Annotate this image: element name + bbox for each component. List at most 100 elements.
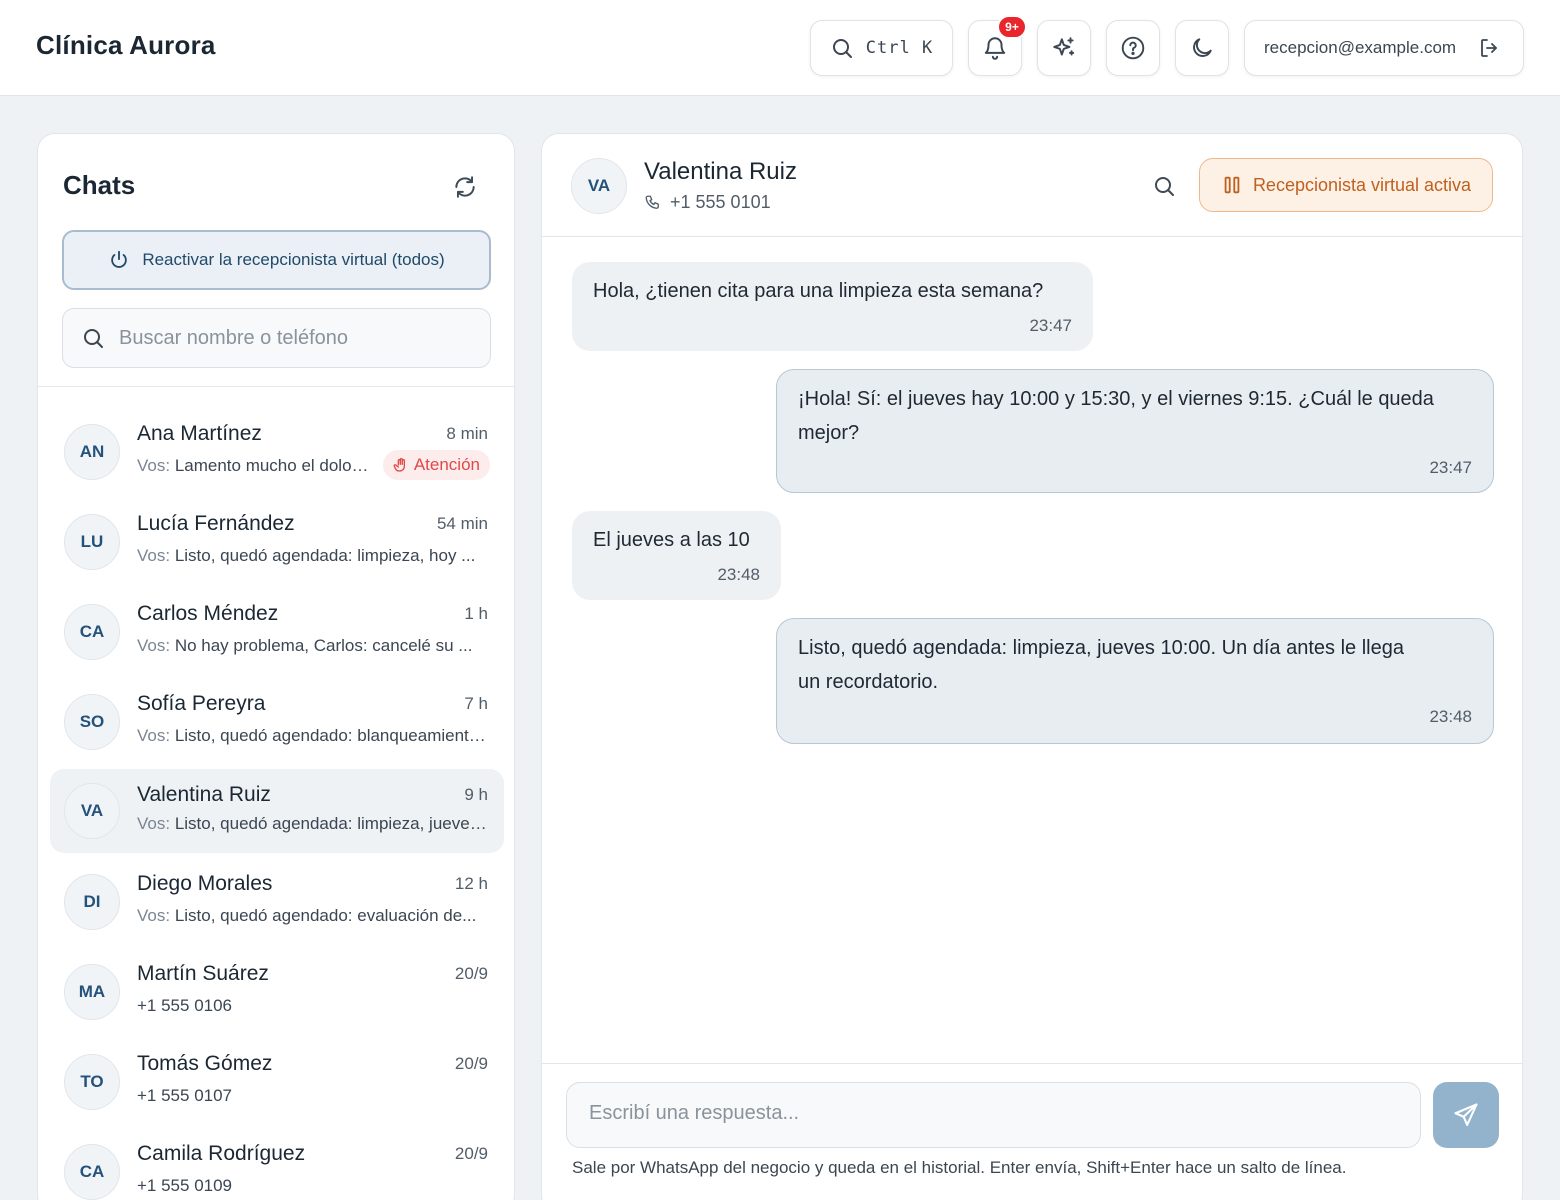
moon-icon <box>1189 35 1215 61</box>
contact-name: Valentina Ruiz <box>137 783 271 806</box>
preview-text: Listo, quedó agendado: blanqueamiento... <box>174 726 489 745</box>
phone-icon <box>644 194 662 212</box>
avatar: LU <box>64 514 120 570</box>
contact-name: Ana Martínez <box>137 422 262 445</box>
chat-search-input[interactable] <box>119 326 459 350</box>
sender-prefix: Vos: <box>137 546 175 565</box>
reply-input[interactable] <box>567 1083 1420 1147</box>
search-icon <box>81 326 105 350</box>
avatar: AN <box>64 424 120 480</box>
brand-title: Clínica Aurora <box>36 30 216 60</box>
contact-name: Camila Rodríguez <box>137 1142 306 1165</box>
theme-toggle-button[interactable] <box>1175 20 1229 76</box>
chat-search-field[interactable] <box>62 308 491 368</box>
notifications-button[interactable]: 9+ <box>968 15 1027 76</box>
last-message-time: 1 h <box>464 604 488 623</box>
top-bar: Clínica Aurora Ctrl K 9+ recepcion@examp… <box>0 0 1560 96</box>
chat-list-item[interactable]: LU Lucía Fernández 54 min Vos: Listo, qu… <box>50 496 504 586</box>
chat-list-item-selected[interactable]: VA Valentina Ruiz 9 h Vos: Listo, quedó … <box>50 769 504 853</box>
avatar: CA <box>64 1144 120 1200</box>
last-message-time: 54 min <box>436 514 488 533</box>
reactivate-agent-button[interactable]: Reactivar la recepcionista virtual (todo… <box>62 230 491 290</box>
chats-sidebar: Chats Reactivar la recepcionista virtual… <box>37 133 515 1200</box>
message-bubble-outgoing: Listo, quedó agendada: limpieza, jueves … <box>776 618 1494 744</box>
power-icon <box>108 249 130 271</box>
chat-list-item[interactable]: SO Sofía Pereyra 7 h Vos: Listo, quedó a… <box>50 676 504 766</box>
last-message-time: 8 min <box>446 424 488 443</box>
message-bubble-incoming: Hola, ¿tienen cita para una limpieza est… <box>572 262 1093 351</box>
message-time: 23:47 <box>1429 458 1472 477</box>
send-button[interactable] <box>1433 1082 1499 1148</box>
virtual-receptionist-toggle[interactable]: Recepcionista virtual activa <box>1199 158 1493 212</box>
sender-prefix: Vos: <box>137 814 175 833</box>
avatar: SO <box>64 694 120 750</box>
last-message-time: 20/9 <box>454 1054 488 1073</box>
conversation-header: VA Valentina Ruiz +1 555 0101 Recepcioni… <box>542 134 1522 237</box>
message-time: 23:48 <box>1429 707 1472 726</box>
notification-badge: 9+ <box>997 15 1027 39</box>
logout-icon[interactable] <box>1478 36 1502 60</box>
last-message-preview: Vos: Listo, quedó agendado: evaluación d… <box>137 906 489 926</box>
sender-prefix: Vos: <box>137 726 175 745</box>
sidebar-title: Chats <box>63 170 136 200</box>
last-message-preview: Vos: Listo, quedó agendada: limpieza, ho… <box>137 546 489 566</box>
avatar: MA <box>64 964 120 1020</box>
preview-text: No hay problema, Carlos: cancelé su ... <box>174 636 473 655</box>
search-icon[interactable] <box>1152 174 1176 198</box>
contact-phone: +1 555 0107 <box>137 1086 233 1105</box>
last-message-preview: Vos: Listo, quedó agendado: blanqueamien… <box>137 726 489 746</box>
phone-number: +1 555 0101 <box>670 192 771 212</box>
contact-phone: +1 555 0101 <box>644 192 771 213</box>
help-circle-icon <box>1120 35 1146 61</box>
message-text: un recordatorio. <box>798 671 939 693</box>
reply-composer[interactable] <box>566 1082 1421 1148</box>
last-message-time: 20/9 <box>454 1144 488 1163</box>
last-message-preview: Vos: No hay problema, Carlos: cancelé su… <box>137 636 489 656</box>
preview-text: Lamento mucho el dolor... <box>174 456 369 475</box>
contact-phone: +1 555 0109 <box>137 1176 233 1195</box>
sparkles-icon <box>1051 35 1077 61</box>
preview-text: Listo, quedó agendado: evaluación de... <box>174 906 477 925</box>
contact-name: Carlos Méndez <box>137 602 279 625</box>
attention-label: Atención <box>413 455 480 474</box>
hand-icon <box>393 457 409 473</box>
last-message-preview: Vos: Lamento mucho el dolor... <box>137 456 369 476</box>
user-menu-button[interactable]: recepcion@example.com <box>1244 20 1524 76</box>
contact-name: Lucía Fernández <box>137 512 295 535</box>
avatar: TO <box>64 1054 120 1110</box>
reactivate-label: Reactivar la recepcionista virtual (todo… <box>142 250 445 269</box>
chat-list-item[interactable]: CA Camila Rodríguez 20/9 +1 555 0109 <box>50 1126 504 1200</box>
conversation-panel: VA Valentina Ruiz +1 555 0101 Recepcioni… <box>541 133 1523 1200</box>
composer-hint: Sale por WhatsApp del negocio y queda en… <box>572 1158 1347 1177</box>
message-text: Hola, ¿tienen cita para una limpieza est… <box>593 280 1044 302</box>
command-search-button[interactable]: Ctrl K <box>810 20 953 76</box>
contact-name: Valentina Ruiz <box>644 158 797 185</box>
user-email: recepcion@example.com <box>1264 38 1457 57</box>
last-message-time: 7 h <box>464 694 488 713</box>
search-icon <box>830 36 854 60</box>
contact-name: Martín Suárez <box>137 962 269 985</box>
preview-text: Listo, quedó agendada: limpieza, jueves.… <box>174 814 489 833</box>
refresh-icon[interactable] <box>452 174 478 200</box>
chat-list-item[interactable]: DI Diego Morales 12 h Vos: Listo, quedó … <box>50 856 504 946</box>
sender-prefix: Vos: <box>137 636 175 655</box>
message-thread: Hola, ¿tienen cita para una limpieza est… <box>542 238 1522 1063</box>
last-message-preview: Vos: Listo, quedó agendada: limpieza, ju… <box>137 814 489 834</box>
message-text: El jueves a las 10 <box>593 529 750 551</box>
chat-list-item[interactable]: TO Tomás Gómez 20/9 +1 555 0107 <box>50 1036 504 1126</box>
last-message-time: 9 h <box>464 785 488 804</box>
chat-list-item[interactable]: AN Ana Martínez 8 min Vos: Lamento mucho… <box>50 406 504 496</box>
help-button[interactable] <box>1106 20 1160 76</box>
last-message-time: 12 h <box>454 874 488 893</box>
avatar: CA <box>64 604 120 660</box>
divider <box>38 386 514 387</box>
ai-assistant-button[interactable] <box>1037 20 1091 76</box>
agent-status-label: Recepcionista virtual activa <box>1252 174 1472 195</box>
message-time: 23:47 <box>1029 316 1072 335</box>
chat-list-item[interactable]: CA Carlos Méndez 1 h Vos: No hay problem… <box>50 586 504 676</box>
message-text: ¡Hola! Sí: el jueves hay 10:00 y 15:30, … <box>798 388 1434 410</box>
sender-prefix: Vos: <box>137 906 175 925</box>
shortcut-label: Ctrl K <box>865 38 934 58</box>
avatar: VA <box>571 158 627 214</box>
chat-list-item[interactable]: MA Martín Suárez 20/9 +1 555 0106 <box>50 946 504 1036</box>
